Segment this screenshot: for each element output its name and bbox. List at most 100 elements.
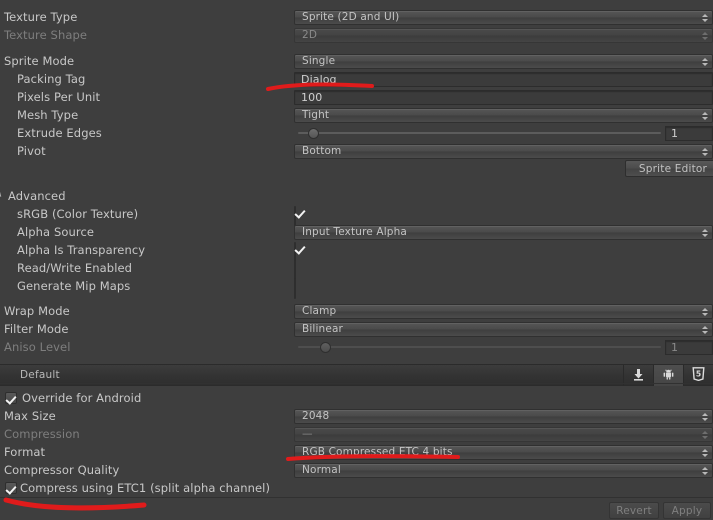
wrap-mode-field[interactable]: Clamp	[294, 303, 713, 319]
alpha-source-field[interactable]: Input Texture Alpha	[294, 224, 713, 240]
generate-mip-maps-label: Generate Mip Maps	[17, 279, 131, 293]
slider-knob[interactable]	[308, 127, 319, 139]
row-extrude-edges: Extrude Edges 1	[0, 124, 713, 142]
compress-etc1-label: Compress using ETC1 (split alpha channel…	[20, 481, 271, 495]
chevron-updown-icon	[701, 447, 708, 459]
sprite-mode-field[interactable]: Single	[294, 53, 713, 69]
row-format: Format RGB Compressed ETC 4 bits	[0, 443, 713, 461]
pivot-field[interactable]: Bottom	[294, 143, 713, 159]
revert-button[interactable]: Revert	[609, 502, 659, 519]
sprite-mode-label: Sprite Mode	[4, 54, 75, 68]
packing-tag-field[interactable]: Dialog	[294, 71, 713, 87]
override-for-android-label: Override for Android	[22, 391, 142, 405]
wrap-mode-value: Clamp	[302, 304, 337, 317]
format-dropdown[interactable]: RGB Compressed ETC 4 bits	[294, 444, 713, 460]
chevron-updown-icon	[701, 324, 708, 336]
advanced-foldout[interactable]: Advanced	[0, 187, 713, 205]
chevron-updown-icon	[701, 227, 708, 239]
compressor-quality-value: Normal	[302, 463, 341, 476]
divider-above-android	[0, 383, 713, 384]
row-max-size: Max Size 2048	[0, 407, 713, 425]
generate-mip-maps-checkbox[interactable]	[294, 277, 296, 299]
aniso-level-slider	[294, 340, 661, 355]
compress-etc1-checkbox[interactable]	[5, 482, 17, 494]
filter-mode-field[interactable]: Bilinear	[294, 321, 713, 337]
row-mesh-type: Mesh Type Tight	[0, 106, 713, 124]
sprite-mode-dropdown[interactable]: Single	[294, 53, 713, 69]
max-size-dropdown[interactable]: 2048	[294, 408, 713, 424]
texture-shape-value: 2D	[302, 28, 318, 41]
chevron-down-icon	[0, 191, 4, 199]
override-for-android-checkbox[interactable]	[5, 392, 17, 404]
compressor-quality-dropdown[interactable]: Normal	[294, 462, 713, 478]
chevron-updown-icon	[701, 306, 708, 318]
generate-mip-maps-field[interactable]	[294, 277, 713, 299]
alpha-source-value: Input Texture Alpha	[302, 225, 408, 238]
android-icon	[662, 366, 675, 385]
row-compress-etc1[interactable]: Compress using ETC1 (split alpha channel…	[0, 479, 713, 497]
webgl-html5-icon: 5	[692, 366, 705, 385]
filter-mode-dropdown[interactable]: Bilinear	[294, 321, 713, 337]
row-aniso-level: Aniso Level 1	[0, 338, 713, 356]
texture-shape-field: 2D	[294, 27, 713, 43]
texture-type-dropdown[interactable]: Sprite (2D and UI)	[294, 9, 713, 25]
read-write-enabled-label: Read/Write Enabled	[17, 261, 133, 275]
platform-default-tab[interactable]: Default	[0, 365, 60, 385]
pixels-per-unit-field[interactable]: 100	[294, 89, 713, 105]
extrude-edges-slider[interactable]	[294, 126, 661, 141]
texture-shape-dropdown: 2D	[294, 27, 713, 43]
compression-value: —	[302, 427, 313, 440]
row-texture-shape: Texture Shape 2D	[0, 26, 713, 44]
row-compression: Compression —	[0, 425, 713, 443]
wrap-mode-label: Wrap Mode	[4, 304, 70, 318]
srgb-field[interactable]	[294, 205, 713, 227]
chevron-updown-icon	[701, 411, 708, 423]
packing-tag-input[interactable]: Dialog	[294, 71, 713, 87]
divider-above-footer	[0, 497, 713, 498]
alpha-source-dropdown[interactable]: Input Texture Alpha	[294, 224, 713, 240]
pivot-dropdown[interactable]: Bottom	[294, 143, 713, 159]
unity-texture-importer-inspector: Texture Type Sprite (2D and UI) Texture …	[0, 0, 713, 520]
max-size-field[interactable]: 2048	[294, 408, 713, 424]
mesh-type-value: Tight	[302, 108, 330, 121]
texture-type-value: Sprite (2D and UI)	[302, 10, 400, 23]
packing-tag-label: Packing Tag	[17, 72, 86, 86]
read-write-enabled-field[interactable]	[294, 259, 713, 281]
compressor-quality-label: Compressor Quality	[4, 463, 120, 477]
sprite-editor-button[interactable]: Sprite Editor	[625, 160, 713, 177]
packing-tag-value: Dialog	[301, 72, 337, 86]
max-size-value: 2048	[302, 409, 330, 422]
aniso-level-value: 1	[671, 340, 678, 354]
chevron-updown-icon	[701, 429, 708, 441]
row-alpha-source: Alpha Source Input Texture Alpha	[0, 223, 713, 241]
chevron-updown-icon	[701, 110, 708, 122]
mesh-type-field[interactable]: Tight	[294, 107, 713, 123]
alpha-is-transparency-field[interactable]	[294, 241, 713, 263]
alpha-is-transparency-label: Alpha Is Transparency	[17, 243, 146, 257]
pivot-label: Pivot	[17, 144, 46, 158]
wrap-mode-dropdown[interactable]: Clamp	[294, 303, 713, 319]
format-label: Format	[4, 445, 46, 459]
footer-buttons: Revert Apply	[609, 502, 711, 519]
chevron-updown-icon	[701, 146, 708, 158]
extrude-edges-numberbox[interactable]: 1	[665, 125, 713, 141]
pixels-per-unit-input[interactable]: 100	[294, 89, 713, 105]
row-filter-mode: Filter Mode Bilinear	[0, 320, 713, 338]
srgb-label: sRGB (Color Texture)	[17, 207, 139, 221]
format-field[interactable]: RGB Compressed ETC 4 bits	[294, 444, 713, 460]
extrude-edges-label: Extrude Edges	[17, 126, 102, 140]
apply-button[interactable]: Apply	[663, 502, 711, 519]
compression-dropdown: —	[294, 426, 713, 442]
row-override-for-android[interactable]: Override for Android	[0, 389, 713, 407]
extrude-edges-field[interactable]: 1	[294, 125, 713, 141]
mesh-type-dropdown[interactable]: Tight	[294, 107, 713, 123]
row-packing-tag: Packing Tag Dialog	[0, 70, 713, 88]
compression-label: Compression	[4, 427, 80, 441]
advanced-header-label: Advanced	[8, 189, 66, 203]
filter-mode-value: Bilinear	[302, 322, 344, 335]
texture-type-field[interactable]: Sprite (2D and UI)	[294, 9, 713, 25]
compressor-quality-field[interactable]: Normal	[294, 462, 713, 478]
chevron-updown-icon	[701, 12, 708, 24]
row-alpha-is-transparency: Alpha Is Transparency	[0, 241, 713, 263]
texture-type-label: Texture Type	[4, 10, 78, 24]
